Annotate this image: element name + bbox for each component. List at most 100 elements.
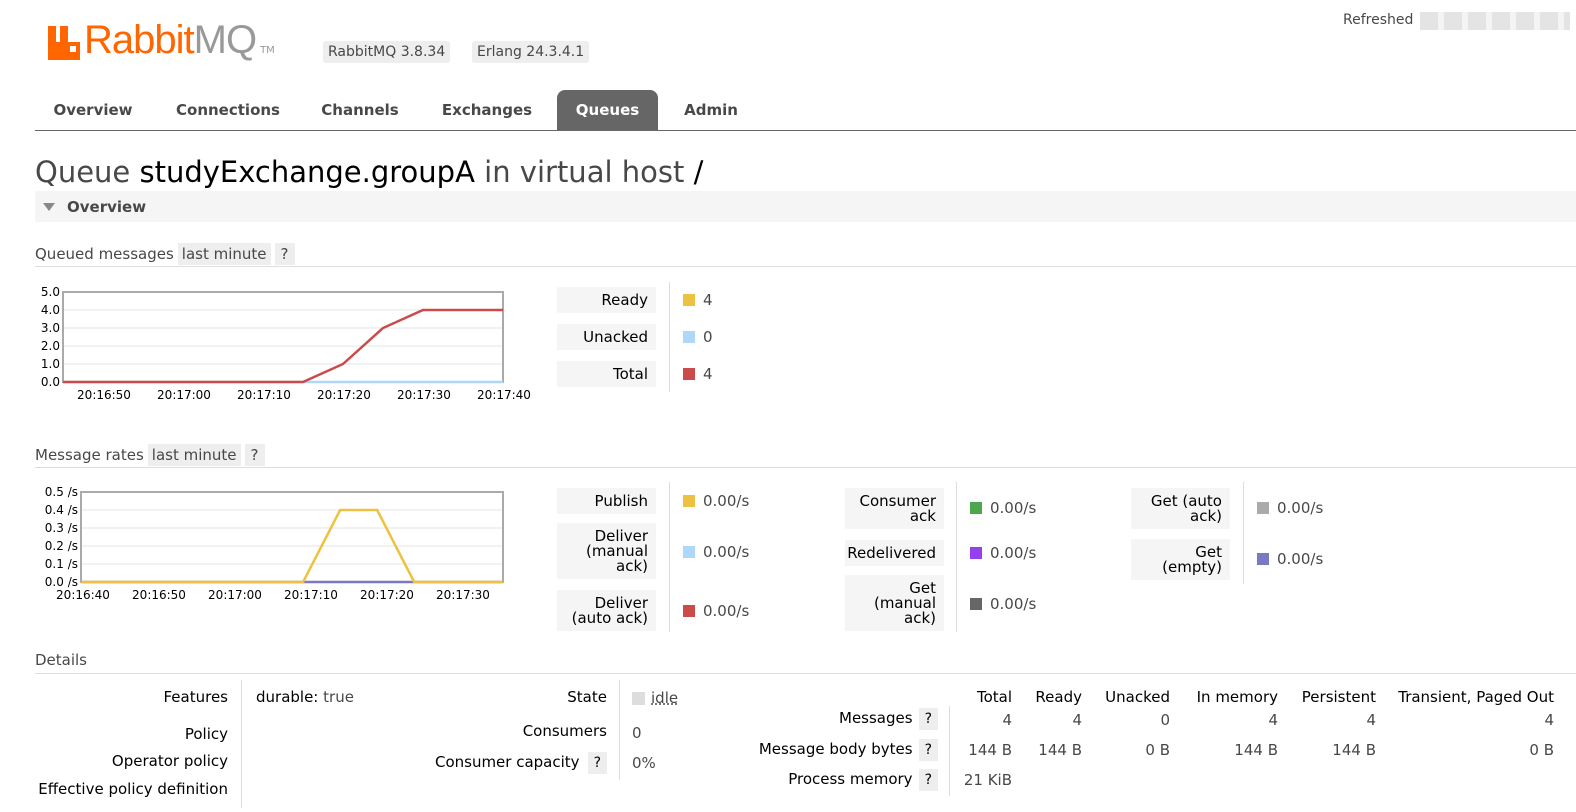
effective-policy-label: Effective policy definition	[38, 780, 228, 798]
legend-ready-value: 4	[683, 287, 713, 313]
collapse-triangle-icon	[43, 203, 55, 211]
policy-label: Policy	[184, 725, 228, 743]
queued-messages-chart-svg: 0.0 1.0 2.0 3.0 4.0 5.0 20:16:50 20:17:00 20:17:…	[41, 285, 531, 402]
col-in-memory: In memory	[1196, 688, 1278, 706]
tab-queues[interactable]: Queues	[557, 90, 658, 130]
logo-text-rabbit: Rabbit	[84, 18, 195, 62]
title-prefix: Queue	[35, 155, 131, 189]
consumer-capacity-help-button[interactable]: ?	[587, 752, 607, 774]
bytes-in-memory: 144 B	[1234, 741, 1278, 759]
row-messages-label: Messages?	[740, 708, 938, 730]
page-title: Queue studyExchange.groupA in virtual ho…	[35, 155, 703, 189]
legend-deliver-auto-value: 0.00/s	[683, 598, 749, 624]
tab-exchanges[interactable]: Exchanges	[427, 90, 547, 130]
y-tick-label: 0.1 /s	[45, 557, 78, 571]
row-body-bytes-label: Message body bytes?	[740, 739, 938, 761]
legend-unacked-value: 0	[683, 324, 713, 350]
publish-swatch	[683, 495, 695, 507]
deliver-auto-swatch	[683, 605, 695, 617]
x-tick-label: 20:17:20	[360, 588, 414, 602]
consumer-capacity-label: Consumer capacity?	[400, 752, 607, 774]
bytes-total: 144 B	[968, 741, 1012, 759]
y-tick-label: 3.0	[41, 321, 60, 335]
legend-deliver-manual-value: 0.00/s	[683, 539, 749, 565]
y-tick-label: 0.2 /s	[45, 539, 78, 553]
legend-get-empty-label: Get (empty)	[1131, 539, 1230, 580]
x-tick-label: 20:17:20	[317, 388, 371, 402]
legend-deliver-auto-label: Deliver (auto ack)	[557, 590, 656, 631]
logo-trademark: TM	[260, 45, 275, 56]
col-ready: Ready	[1035, 688, 1082, 706]
legend-get-auto-value: 0.00/s	[1257, 495, 1323, 521]
queued-messages-heading: Queued messages last minute?	[35, 243, 1576, 267]
plot-border	[62, 291, 504, 383]
rabbitmq-logo-icon	[48, 26, 80, 60]
y-tick-label: 1.0	[41, 357, 60, 371]
bytes-ready: 144 B	[1038, 741, 1082, 759]
y-tick-label: 0.0	[41, 375, 60, 389]
tab-admin[interactable]: Admin	[671, 90, 751, 130]
title-middle: in virtual host	[484, 155, 685, 189]
body-bytes-help-button[interactable]: ?	[918, 739, 938, 761]
messages-unacked: 0	[1160, 711, 1170, 729]
deliver-manual-swatch	[683, 546, 695, 558]
legend-publish-value: 0.00/s	[683, 488, 749, 514]
queued-messages-help-button[interactable]: ?	[274, 243, 295, 265]
consumers-label: Consumers	[522, 722, 607, 740]
logo-text-mq: MQ	[193, 18, 257, 62]
messages-total: 4	[1002, 711, 1012, 729]
messages-persistent: 4	[1366, 711, 1376, 729]
features-label: Features	[163, 688, 229, 706]
tab-connections[interactable]: Connections	[165, 90, 291, 130]
redelivered-swatch	[970, 547, 982, 559]
process-memory-help-button[interactable]: ?	[918, 769, 938, 791]
x-tick-label: 20:16:40	[56, 588, 110, 602]
total-swatch	[683, 368, 695, 380]
rabbitmq-logo: Rabbit MQ TM	[48, 16, 275, 60]
legend-redelivered-label: Redelivered	[845, 540, 944, 566]
queue-name: studyExchange.groupA	[139, 155, 475, 189]
refreshed-label: Refreshed	[1343, 12, 1414, 28]
x-tick-label: 20:17:00	[157, 388, 211, 402]
messages-in-memory: 4	[1268, 711, 1278, 729]
process-memory-total: 21 KiB	[963, 771, 1012, 789]
y-tick-label: 4.0	[41, 303, 60, 317]
legend-get-manual-value: 0.00/s	[970, 591, 1036, 617]
bytes-unacked: 0 B	[1145, 741, 1170, 759]
unacked-swatch	[683, 331, 695, 343]
message-rates-range-selector[interactable]: last minute	[147, 444, 241, 466]
x-tick-label: 20:16:50	[132, 588, 186, 602]
message-rates-chart-svg: 0.0 /s 0.1 /s 0.2 /s 0.3 /s 0.4 /s 0.5 /s 20:1…	[45, 485, 504, 602]
features-value: durable: true	[256, 688, 354, 706]
details-heading: Details	[35, 651, 1576, 674]
queued-messages-title: Queued messages	[35, 245, 174, 263]
message-rates-chart: 0.0 /s 0.1 /s 0.2 /s 0.3 /s 0.4 /s 0.5 /s 20:1…	[35, 484, 545, 609]
queued-messages-range-selector[interactable]: last minute	[177, 243, 271, 265]
legend-get-empty-value: 0.00/s	[1257, 546, 1323, 572]
x-tick-label: 20:16:50	[77, 388, 131, 402]
legend-get-auto-label: Get (auto ack)	[1131, 488, 1230, 529]
ready-swatch	[683, 294, 695, 306]
tab-channels[interactable]: Channels	[305, 90, 415, 130]
message-rates-title: Message rates	[35, 446, 144, 464]
operator-policy-label: Operator policy	[111, 752, 228, 770]
legend-total-label: Total	[557, 361, 656, 387]
get-empty-swatch	[1257, 553, 1269, 565]
messages-help-button[interactable]: ?	[918, 708, 938, 730]
legend-redelivered-value: 0.00/s	[970, 540, 1036, 566]
y-tick-label: 5.0	[41, 285, 60, 299]
tab-overview[interactable]: Overview	[35, 90, 151, 130]
overview-section-toggle[interactable]: Overview	[35, 191, 1576, 222]
col-unacked: Unacked	[1105, 688, 1170, 706]
x-tick-label: 20:17:40	[477, 388, 531, 402]
vhost-name: /	[693, 155, 704, 189]
details-title: Details	[35, 651, 88, 669]
col-persistent: Persistent	[1301, 688, 1376, 706]
state-value: idle	[632, 689, 678, 707]
bytes-transient: 0 B	[1529, 741, 1554, 759]
main-nav-tabs: Overview Connections Channels Exchanges …	[35, 90, 1576, 131]
row-process-memory-label: Process memory?	[740, 769, 938, 791]
messages-ready: 4	[1072, 711, 1082, 729]
message-rates-help-button[interactable]: ?	[244, 444, 265, 466]
legend-get-manual-label: Get (manual ack)	[845, 575, 944, 631]
